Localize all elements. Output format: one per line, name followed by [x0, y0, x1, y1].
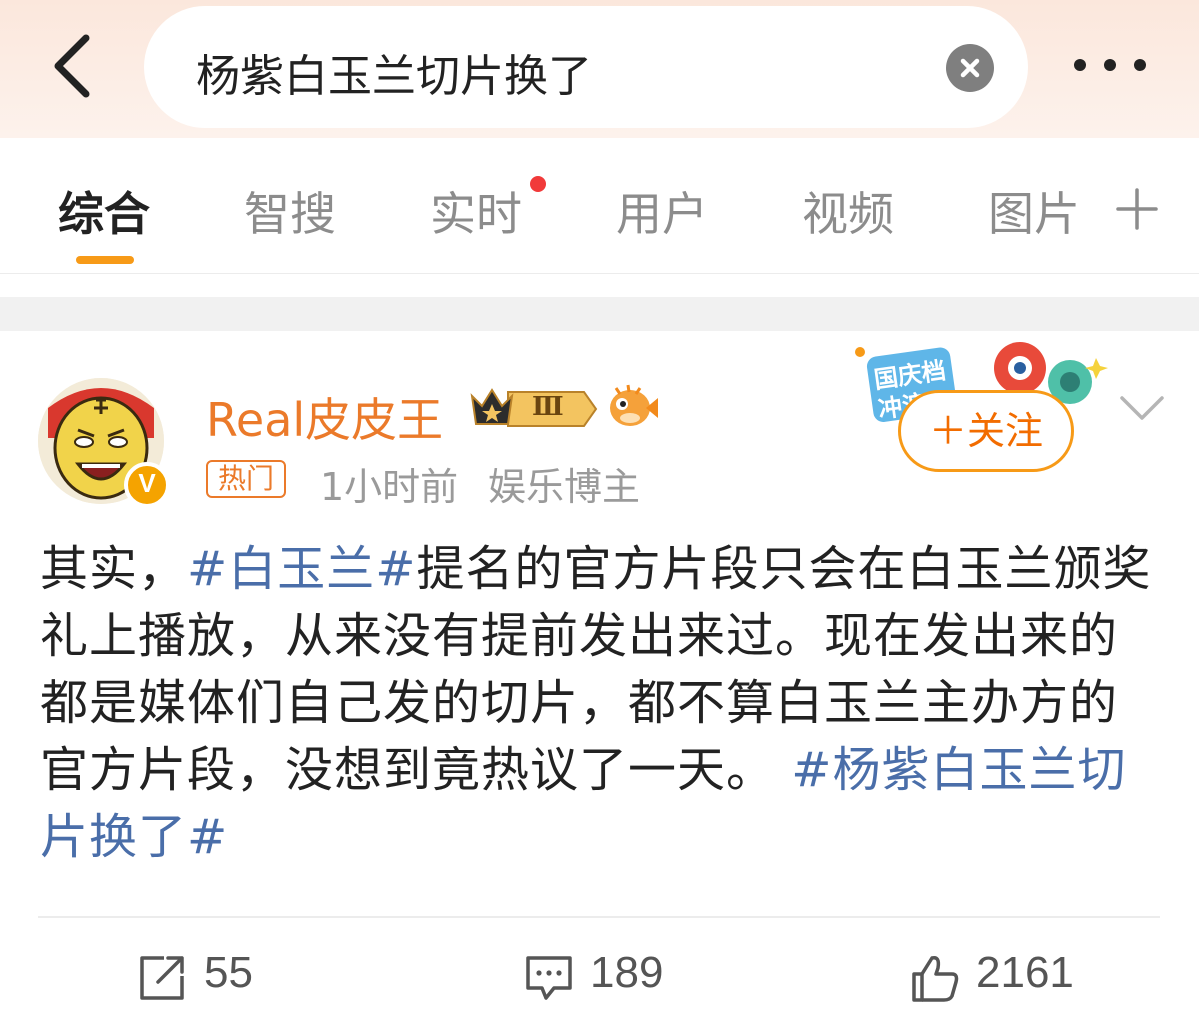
top-bar: 杨紫白玉兰切片换了	[0, 0, 1199, 138]
post-divider	[38, 916, 1160, 918]
repost-count: 55	[204, 948, 253, 997]
comment-icon	[526, 956, 572, 1000]
search-bar[interactable]: 杨紫白玉兰切片换了	[144, 6, 1028, 128]
thumbs-up-icon	[912, 955, 959, 1002]
username[interactable]: Real皮皮王	[206, 384, 443, 450]
chevron-left-icon	[54, 34, 90, 98]
tab-realtime[interactable]: 实时	[430, 178, 522, 244]
notification-dot	[530, 176, 546, 192]
post-time: 1小时前	[320, 465, 459, 509]
section-separator	[0, 297, 1199, 331]
pufferfish-badge	[606, 382, 658, 432]
verified-badge: V	[124, 462, 170, 508]
tab-videos[interactable]: 视频	[802, 178, 894, 244]
search-input[interactable]: 杨紫白玉兰切片换了	[196, 40, 592, 104]
post-content: 其实，#白玉兰#提名的官方片段只会在白玉兰颁奖礼上播放，从来没有提前发出来过。现…	[40, 536, 1165, 871]
like-count: 2161	[976, 948, 1074, 997]
tab-images[interactable]: 图片	[988, 178, 1080, 244]
more-button[interactable]	[1070, 50, 1150, 80]
more-dots-icon	[1074, 59, 1146, 71]
level-badge-text: Ⅲ	[532, 392, 564, 422]
post-options-button[interactable]	[1118, 390, 1166, 426]
chevron-down-icon	[1120, 396, 1164, 420]
author-category: 娱乐博主	[488, 465, 641, 509]
pufferfish-icon	[610, 384, 658, 426]
add-tab-button[interactable]	[1116, 188, 1158, 230]
tab-users[interactable]: 用户	[616, 178, 708, 244]
close-circle-icon	[960, 58, 980, 78]
active-tab-indicator	[76, 256, 134, 264]
tab-comprehensive[interactable]: 综合	[58, 178, 150, 244]
repost-icon	[140, 956, 184, 1000]
member-level-badge: Ⅲ	[468, 384, 598, 434]
tab-smart-search[interactable]: 智搜	[244, 178, 336, 244]
plus-icon	[1116, 188, 1158, 230]
hot-tag: 热门	[206, 460, 287, 498]
clear-search-button[interactable]	[946, 44, 994, 92]
topic-link-bai-yu-lan[interactable]: #白玉兰#	[187, 541, 416, 597]
follow-button[interactable]: ＋关注	[898, 390, 1074, 472]
back-button[interactable]	[44, 34, 104, 98]
comment-count: 189	[590, 948, 664, 997]
post-text-segment: 其实，	[40, 541, 188, 597]
verified-v-icon: V	[138, 468, 156, 498]
